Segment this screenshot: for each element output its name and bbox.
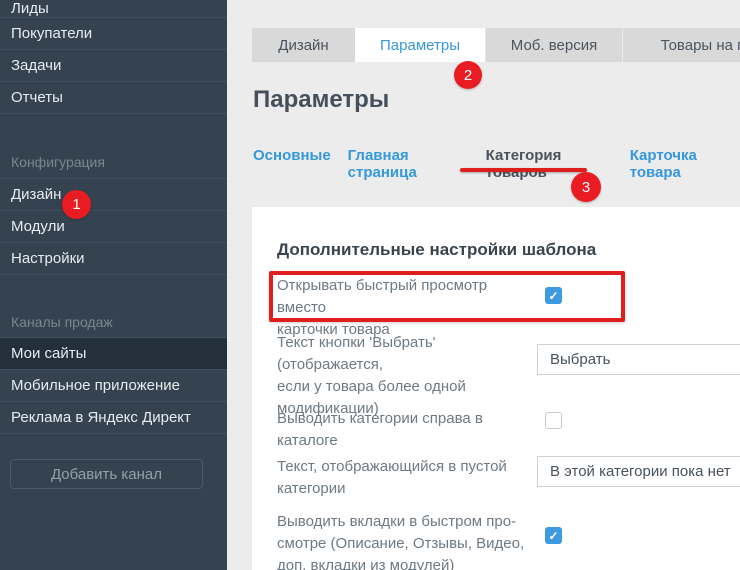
sidebar-group-configuration: Дизайн Модули Настройки <box>0 178 227 275</box>
quick-view-tabs-checkbox[interactable]: ✓ <box>545 527 562 544</box>
sidebar-item-mobile-app[interactable]: Мобильное приложение <box>0 370 227 402</box>
choose-button-text-input[interactable] <box>537 344 740 375</box>
subtab-general[interactable]: Основные <box>253 147 331 181</box>
annotation-badge-3: 3 <box>571 172 601 202</box>
sidebar-item-my-sites[interactable]: Мои сайты <box>0 338 227 370</box>
settings-heading: Дополнительные настройки шаблона <box>277 240 596 260</box>
sidebar: Лиды Покупатели Задачи Отчеты Конфигурац… <box>0 0 227 570</box>
sidebar-item-modules[interactable]: Модули <box>0 211 227 243</box>
sidebar-item-leads[interactable]: Лиды <box>0 0 227 18</box>
quick-view-checkbox[interactable]: ✓ <box>545 287 562 304</box>
sidebar-section-sales-channels: Каналы продаж <box>0 314 227 337</box>
annotation-badge-2: 2 <box>454 61 482 89</box>
parameters-subtabs: Основные Главная страница Категория това… <box>253 147 740 181</box>
tab-parameters[interactable]: Параметры <box>355 28 485 62</box>
empty-category-text-input[interactable] <box>537 456 740 487</box>
design-tabbar: Дизайн Параметры Моб. версия Товары на г… <box>252 28 740 62</box>
sidebar-item-settings[interactable]: Настройки <box>0 243 227 275</box>
settings-card: Дополнительные настройки шаблона Открыва… <box>252 207 740 570</box>
tab-design[interactable]: Дизайн <box>252 28 355 62</box>
sidebar-item-reports[interactable]: Отчеты <box>0 82 227 114</box>
annotation-underline <box>460 168 587 172</box>
sidebar-item-tasks[interactable]: Задачи <box>0 50 227 82</box>
setting-label-empty-category-text: Текст, отображающийся в пустой категории <box>277 456 539 500</box>
tab-products-on-home[interactable]: Товары на гла <box>622 28 740 62</box>
tab-mobile-version[interactable]: Моб. версия <box>485 28 622 62</box>
categories-right-checkbox[interactable] <box>545 412 562 429</box>
setting-label-quick-view-tabs: Выводить вкладки в быстром про- смотре (… <box>277 511 539 570</box>
sidebar-section-configuration: Конфигурация <box>0 154 227 178</box>
setting-label-categories-right: Выводить категории справа в каталоге <box>277 408 539 452</box>
sidebar-item-design[interactable]: Дизайн <box>0 179 227 211</box>
sidebar-group-sales-channels: Мои сайты Мобильное приложение Реклама в… <box>0 337 227 434</box>
add-channel-button[interactable]: Добавить канал <box>10 459 203 489</box>
sidebar-item-yandex-direct[interactable]: Реклама в Яндекс Директ <box>0 402 227 434</box>
sidebar-group-crm: Лиды Покупатели Задачи Отчеты <box>0 0 227 114</box>
setting-label-choose-button-text: Текст кнопки 'Выбрать' (отображается, ес… <box>277 332 539 420</box>
subtab-product-card[interactable]: Карточка товара <box>630 147 740 181</box>
sidebar-item-customers[interactable]: Покупатели <box>0 18 227 50</box>
app-window: Лиды Покупатели Задачи Отчеты Конфигурац… <box>0 0 740 570</box>
annotation-badge-1: 1 <box>62 190 91 219</box>
page-title: Параметры <box>253 86 389 114</box>
subtab-home-page[interactable]: Главная страница <box>348 147 469 181</box>
